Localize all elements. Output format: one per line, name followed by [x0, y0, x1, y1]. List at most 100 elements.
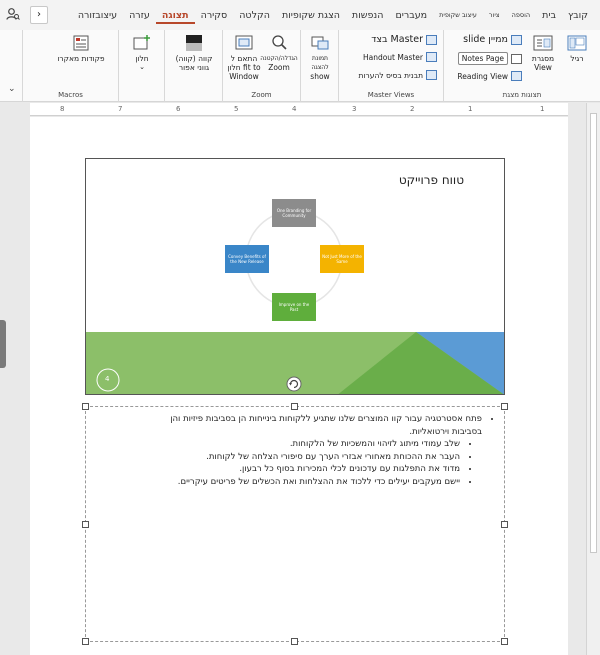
ruler-number: 8 — [60, 105, 65, 113]
tab-9[interactable]: סקירה — [195, 7, 234, 24]
tab-3[interactable]: ציור — [483, 8, 506, 22]
notes-sub-bullet: יישם מעקבים יעילים כדי ללכוד את ההצלחות … — [164, 476, 460, 489]
notes-placeholder[interactable]: פתח אסטרטגיה עבור קוו המוצרים שלנו שתגיע… — [82, 403, 508, 645]
tab-7[interactable]: הצגת שקופיות — [276, 7, 346, 24]
notes-sub-bullet: שלב עמודי מיתוג לזיהוי והמשכיות של הלקוח… — [164, 438, 460, 451]
reading-view-label: Reading View — [457, 71, 508, 81]
group-show: תמונת להצגה show — [300, 30, 338, 102]
show-button[interactable]: תמונת להצגה show — [303, 34, 337, 81]
cycle-box-top: One Branding for Community — [272, 199, 316, 227]
tab-2[interactable]: הוספה — [506, 8, 537, 22]
resize-handle-top-right[interactable] — [501, 403, 508, 410]
ruler-number: 6 — [176, 105, 181, 113]
notes-sub-bullet: מדוד את התפלגות עם עדכונים לכלי המכירות … — [164, 463, 460, 476]
outline-view-label: מסגרת View — [531, 54, 555, 72]
notes-master-button[interactable]: תבנית בסיס להערות — [359, 70, 437, 80]
collapse-ribbon-icon[interactable]: ⌄ — [8, 84, 16, 94]
zoom-label: Zoom — [268, 63, 290, 72]
show-label: show — [310, 72, 330, 81]
show-icon — [311, 36, 329, 50]
zoom-caption: הגדלה/הקטנה — [260, 55, 298, 62]
vertical-scrollbar-thumb[interactable] — [590, 113, 597, 553]
handout-master-icon — [426, 52, 437, 62]
notes-page-button[interactable]: Notes Page — [457, 52, 522, 65]
pane-resize-handle[interactable] — [0, 320, 6, 368]
tab-0[interactable]: קובץ — [562, 7, 594, 24]
ruler-number: 2 — [410, 105, 415, 113]
notes-sub-bullet: העבר את ההכוחת מאחורי אבזרי הערך עם סיפו… — [164, 451, 460, 464]
normal-view-button[interactable]: רגיל — [560, 34, 594, 63]
zoom-group-label: Zoom — [251, 91, 272, 99]
ribbon-body: רגיל מסגרת View slide ממיין Notes Page R… — [0, 30, 600, 102]
new-window-icon — [133, 35, 150, 50]
outline-view-icon — [533, 35, 553, 51]
tab-8[interactable]: הקלטה — [233, 7, 276, 24]
notes-master-label: תבנית בסיס להערות — [358, 70, 423, 80]
rotate-handle-icon[interactable] — [286, 376, 302, 392]
ruler-number: 4 — [292, 105, 297, 113]
group-macros: פקודות מאקרו Macros — [22, 30, 118, 102]
slide-sorter-button[interactable]: slide ממיין — [463, 34, 522, 45]
slide-master-icon — [426, 34, 437, 45]
ruler-number: 5 — [234, 105, 239, 113]
tab-12[interactable]: עיצובזורה — [72, 7, 123, 24]
zoom-button[interactable]: הגדלה/הקטנה Zoom — [260, 34, 298, 72]
notes-main-bullet: פתח אסטרטגיה עבור קוו המוצרים שלנו שתגיע… — [164, 413, 482, 488]
group-master-views: בצד Master Handout Master תבנית בסיס להע… — [338, 30, 443, 102]
handout-master-label: Handout Master — [362, 52, 423, 62]
group-presentation-views: רגיל מסגרת View slide ממיין Notes Page R… — [443, 30, 600, 102]
resize-handle-mid-right[interactable] — [501, 521, 508, 528]
reading-view-icon — [511, 71, 522, 81]
reading-view-button[interactable]: Reading View — [457, 71, 522, 81]
tab-10[interactable]: תצוגה — [155, 7, 195, 24]
outline-view-button[interactable]: מסגרת View — [526, 34, 560, 72]
group-window: חלון ⌄ — [118, 30, 164, 102]
vertical-scrollbar[interactable] — [586, 103, 600, 655]
tab-scroll-button[interactable]: › — [30, 6, 48, 24]
tab-6[interactable]: הנפשות — [346, 7, 390, 24]
person-search-icon[interactable] — [6, 7, 20, 21]
window-dropdown-icon: ⌄ — [139, 63, 145, 71]
resize-handle-mid-left[interactable] — [82, 521, 89, 528]
resize-handle-top-center[interactable] — [291, 403, 298, 410]
notes-text[interactable]: פתח אסטרטגיה עבור קוו המוצרים שלנו שתגיע… — [164, 413, 494, 488]
grayscale-icon — [186, 35, 202, 51]
magnifier-icon — [272, 35, 287, 50]
ribbon-tabs: קובץ בית הוספה ציור עיצוב שקופית מעברים הנפשות… — [0, 0, 600, 30]
color-grayscale-button[interactable]: קווה (קווה) גווני אפור — [169, 34, 219, 72]
window-button[interactable]: חלון ⌄ — [123, 34, 161, 72]
notes-sub-bullets: שלב עמודי מיתוג לזיהוי והמשכיות של הלקוח… — [164, 438, 482, 488]
group-zoom: הגדלה/הקטנה Zoom התאם ל חלון fit to Wind… — [222, 30, 300, 102]
macros-label: פקודות מאקרו — [57, 54, 105, 63]
ruler-number: 3 — [352, 105, 357, 113]
handout-master-button[interactable]: Handout Master — [363, 52, 437, 62]
slide-master-button[interactable]: בצד Master — [371, 34, 437, 45]
slide-background-shapes — [86, 210, 504, 394]
fit-window-icon — [235, 35, 253, 50]
resize-handle-bottom-right[interactable] — [501, 638, 508, 645]
show-caption: תמונת להצגה — [311, 55, 329, 71]
fit-window-button[interactable]: התאם ל חלון fit to Window — [225, 34, 263, 81]
macros-button[interactable]: פקודות מאקרו — [53, 34, 109, 63]
macros-icon — [73, 35, 89, 51]
slide-thumbnail[interactable]: טווח פרוייקט One Branding for Community … — [85, 158, 505, 395]
resize-handle-bottom-left[interactable] — [82, 638, 89, 645]
notes-main-bullet-text: פתח אסטרטגיה עבור קוו המוצרים שלנו שתגיע… — [170, 414, 482, 437]
cycle-box-left: Convey Benefits of the New Release — [225, 245, 269, 273]
notes-page-label: Notes Page — [457, 52, 508, 65]
tab-5[interactable]: מעברים — [389, 7, 433, 24]
tab-1[interactable]: בית — [536, 7, 562, 24]
tab-11[interactable]: עזרה — [123, 7, 156, 24]
presentation-views-group-label: תצוגות מצגת — [502, 91, 542, 99]
notes-master-icon — [426, 70, 437, 80]
tab-4[interactable]: עיצוב שקופית — [433, 8, 483, 22]
resize-handle-top-left[interactable] — [82, 403, 89, 410]
resize-handle-bottom-center[interactable] — [291, 638, 298, 645]
normal-view-icon — [567, 35, 587, 51]
macros-group-label: Macros — [58, 91, 83, 99]
window-label: חלון — [135, 54, 149, 63]
group-color: קווה (קווה) גווני אפור — [164, 30, 222, 102]
ruler-number: 7 — [118, 105, 123, 113]
slide-sorter-icon — [511, 34, 522, 45]
master-views-group-label: Master Views — [367, 91, 415, 99]
